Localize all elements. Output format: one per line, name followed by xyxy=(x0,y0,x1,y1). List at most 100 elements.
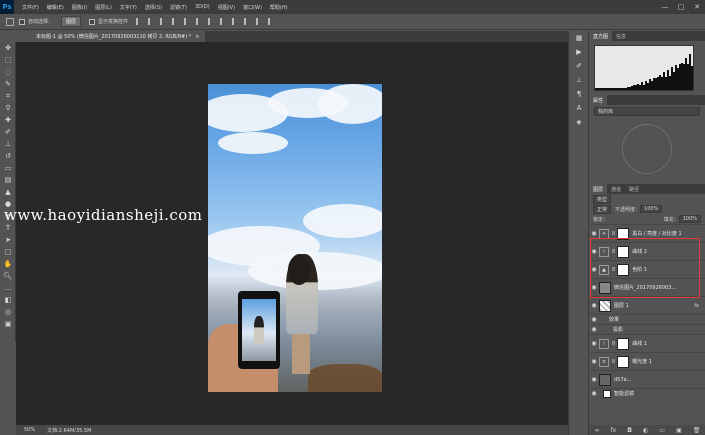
visibility-eye-icon[interactable]: ◉ xyxy=(589,340,599,347)
layer-name[interactable]: d57a... xyxy=(614,377,631,383)
menu-filter[interactable]: 滤镜(T) xyxy=(170,4,187,11)
crop-tool-icon[interactable]: ⌗ xyxy=(0,90,16,102)
effect-name[interactable]: 效果 xyxy=(609,316,619,323)
history-icon[interactable]: ▦ xyxy=(569,31,589,45)
layer-mask-thumbnail[interactable] xyxy=(617,355,630,368)
align-top-icon[interactable] xyxy=(172,18,179,25)
effect-name[interactable]: 投影 xyxy=(613,326,623,333)
quick-mask-icon[interactable]: ◎ xyxy=(0,306,16,318)
maximize-button[interactable]: □ xyxy=(673,0,689,14)
distribute-left-icon[interactable] xyxy=(208,18,215,25)
layer-row[interactable]: ◉ 图层 1 fx xyxy=(589,296,705,314)
clone-stamp-tool-icon[interactable]: ⊥ xyxy=(0,138,16,150)
smart-filter-row[interactable]: ◉ 智能滤镜 xyxy=(589,388,705,398)
distribute-right-icon[interactable] xyxy=(232,18,239,25)
eraser-tool-icon[interactable]: ▭ xyxy=(0,162,16,174)
align-left-icon[interactable] xyxy=(136,18,143,25)
menu-3d[interactable]: 3D(D) xyxy=(195,4,210,10)
layer-row[interactable]: ◉ d57a... xyxy=(589,370,705,388)
tab-layers[interactable]: 图层 xyxy=(589,184,608,194)
distribute-middle-icon[interactable] xyxy=(256,18,263,25)
layer-name[interactable]: 曲线 1 xyxy=(632,340,647,347)
3d-icon[interactable]: ◈ xyxy=(569,115,589,129)
character-icon[interactable]: A xyxy=(569,101,589,115)
visibility-eye-icon[interactable]: ◉ xyxy=(589,316,599,323)
visibility-eye-icon[interactable]: ◉ xyxy=(589,390,599,397)
visibility-eye-icon[interactable]: ◉ xyxy=(589,326,599,333)
menu-type[interactable]: 文字(Y) xyxy=(120,4,137,11)
shape-tool-icon[interactable]: ▢ xyxy=(0,246,16,258)
visibility-eye-icon[interactable]: ◉ xyxy=(589,302,599,309)
gradient-tool-icon[interactable]: ▤ xyxy=(0,174,16,186)
layer-row[interactable]: ◉ ⌇ 8 曲线 1 xyxy=(589,334,705,352)
add-mask-icon[interactable]: ◘ xyxy=(627,427,632,434)
menu-image[interactable]: 图像(I) xyxy=(72,4,87,11)
align-center-icon[interactable] xyxy=(148,18,155,25)
history-brush-tool-icon[interactable]: ↺ xyxy=(0,150,16,162)
menu-select[interactable]: 选择(S) xyxy=(145,4,162,11)
smart-filter-mask-thumbnail[interactable] xyxy=(603,389,611,398)
tab-channels[interactable]: 通道 xyxy=(607,186,625,193)
blend-mode-dropdown[interactable]: 正常 xyxy=(593,204,612,214)
menu-file[interactable]: 文件(F) xyxy=(22,4,39,11)
clone-source-icon[interactable]: ⊥ xyxy=(569,73,589,87)
visibility-eye-icon[interactable]: ◉ xyxy=(589,376,599,383)
screen-mode-icon[interactable]: ▣ xyxy=(0,318,16,330)
transform-controls-checkbox[interactable] xyxy=(89,18,96,25)
layer-thumbnail[interactable] xyxy=(599,299,611,312)
brush-panel-icon[interactable]: ✐ xyxy=(569,59,589,73)
quick-select-tool-icon[interactable]: ✎ xyxy=(0,78,16,90)
layer-thumbnail[interactable] xyxy=(599,373,611,386)
menu-help[interactable]: 帮助(H) xyxy=(270,4,288,11)
layer-effect-row[interactable]: ◉ 投影 xyxy=(589,324,705,334)
close-button[interactable]: ✕ xyxy=(689,0,705,14)
menu-edit[interactable]: 编辑(E) xyxy=(47,4,64,11)
eyedropper-tool-icon[interactable]: ⚲ xyxy=(0,102,16,114)
layer-filter-dropdown[interactable]: 类型 xyxy=(593,194,612,204)
move-tool-icon[interactable] xyxy=(6,17,14,26)
layer-name[interactable]: 黑白 / 亮度 / 对比度 1 xyxy=(632,230,682,237)
tab-info[interactable]: 信息 xyxy=(612,33,630,40)
new-adjustment-icon[interactable]: ◐ xyxy=(643,427,648,434)
distribute-bottom-icon[interactable] xyxy=(268,18,275,25)
menu-window[interactable]: 窗口(W) xyxy=(243,4,262,11)
color-swatch-icon[interactable]: ◧ xyxy=(0,294,16,306)
healing-brush-tool-icon[interactable]: ✚ xyxy=(0,114,16,126)
opacity-input[interactable]: 100% xyxy=(640,205,663,213)
delete-layer-icon[interactable]: 🗑︎ xyxy=(693,427,701,434)
fx-icon[interactable]: fx xyxy=(611,427,617,434)
menu-view[interactable]: 视图(V) xyxy=(218,4,235,11)
blur-tool-icon[interactable]: ▲ xyxy=(0,186,16,198)
visibility-eye-icon[interactable]: ◉ xyxy=(589,358,599,365)
marquee-tool-icon[interactable]: ⬚ xyxy=(0,54,16,66)
tab-histogram[interactable]: 直方图 xyxy=(589,31,613,41)
tab-properties[interactable]: 属性 xyxy=(589,95,608,105)
hand-tool-icon[interactable]: ✋ xyxy=(0,258,16,270)
brush-tool-icon[interactable]: ✐ xyxy=(0,126,16,138)
layer-row[interactable]: ◉ ± 8 曝光度 1 xyxy=(589,352,705,370)
layer-name[interactable]: 智能滤镜 xyxy=(614,390,634,397)
close-tab-icon[interactable]: × xyxy=(195,34,199,40)
document-tab[interactable]: 未标题-1 @ 50% (微信图片_20170926003110 拷贝 2, R… xyxy=(30,31,206,42)
properties-dial[interactable] xyxy=(622,124,672,174)
minimize-button[interactable]: — xyxy=(657,0,673,14)
layer-mask-thumbnail[interactable] xyxy=(617,337,630,350)
layer-effect-row[interactable]: ◉ 效果 xyxy=(589,314,705,324)
move-tool-icon[interactable]: ✥ xyxy=(0,42,16,54)
fill-input[interactable]: 100% xyxy=(678,215,701,223)
layer-name[interactable]: 曝光度 1 xyxy=(632,358,652,365)
zoom-tool-icon[interactable]: 🔍︎ xyxy=(0,270,16,282)
preset-dropdown[interactable]: 我的库 xyxy=(594,107,700,116)
tab-paths[interactable]: 路径 xyxy=(625,186,643,193)
actions-icon[interactable]: ▶ xyxy=(569,45,589,59)
layer-effects-icon[interactable]: fx xyxy=(694,303,699,309)
menu-layer[interactable]: 图层(L) xyxy=(95,4,112,11)
paragraph-icon[interactable]: ¶ xyxy=(569,87,589,101)
align-middle-icon[interactable] xyxy=(184,18,191,25)
new-layer-icon[interactable]: ▣ xyxy=(676,427,682,434)
layer-name[interactable]: 图层 1 xyxy=(614,302,629,309)
distribute-center-icon[interactable] xyxy=(220,18,227,25)
more-tools-icon[interactable]: … xyxy=(0,282,16,294)
zoom-level[interactable]: 50% xyxy=(24,427,35,433)
align-bottom-icon[interactable] xyxy=(196,18,203,25)
